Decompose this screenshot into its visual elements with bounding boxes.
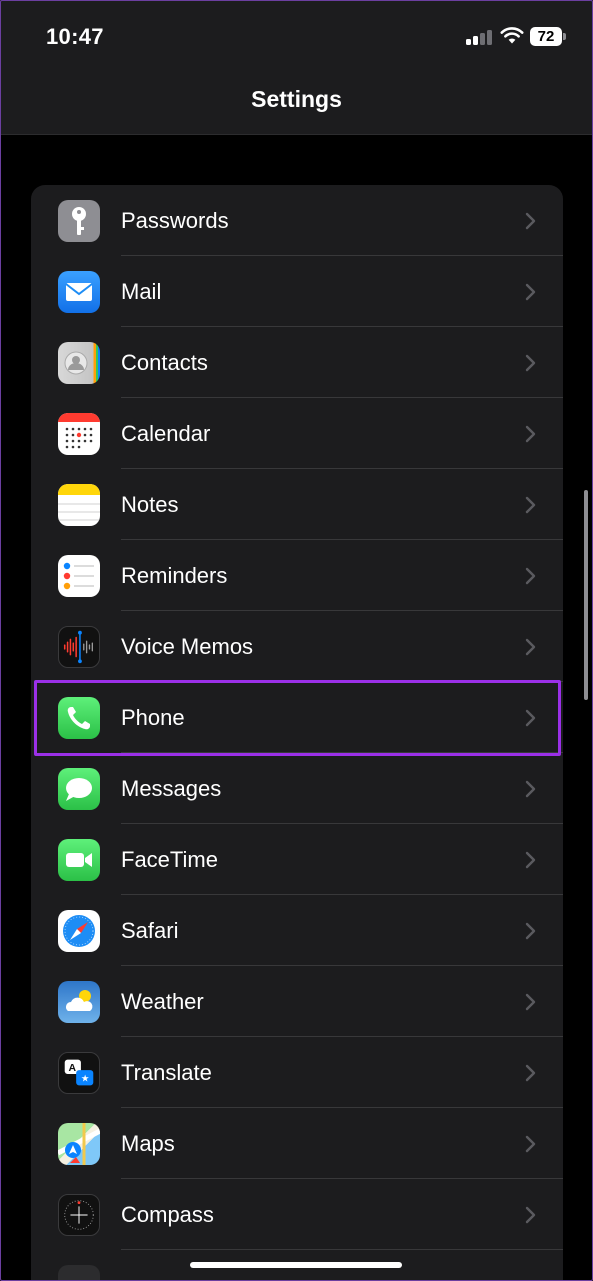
chevron-right-icon — [525, 1135, 536, 1153]
settings-item-translate[interactable]: A ★ Translate — [31, 1037, 563, 1108]
messages-icon — [58, 768, 100, 810]
settings-item-label: Contacts — [121, 350, 208, 375]
svg-text:A: A — [69, 1063, 77, 1074]
settings-item-reminders[interactable]: Reminders — [31, 540, 563, 611]
settings-item-maps[interactable]: Maps — [31, 1108, 563, 1179]
settings-item-label: Passwords — [121, 208, 229, 233]
safari-icon — [58, 910, 100, 952]
battery-indicator: 72 — [530, 27, 562, 46]
settings-item-label: Weather — [121, 989, 204, 1014]
page-title: Settings — [251, 86, 342, 112]
chevron-right-icon — [525, 354, 536, 372]
voice-memos-icon — [58, 626, 100, 668]
settings-item-label: Notes — [121, 492, 179, 517]
home-indicator[interactable] — [190, 1262, 402, 1268]
wifi-icon — [500, 27, 524, 44]
settings-item-label: Safari — [121, 918, 179, 943]
key-icon — [58, 200, 100, 242]
chevron-right-icon — [525, 425, 536, 443]
settings-item-voice-memos[interactable]: Voice Memos — [31, 611, 563, 682]
compass-icon — [58, 1194, 100, 1236]
scroll-indicator[interactable] — [584, 490, 588, 700]
chevron-right-icon — [525, 851, 536, 869]
chevron-right-icon — [525, 283, 536, 301]
maps-icon — [58, 1123, 100, 1165]
settings-item-calendar[interactable]: Calendar — [31, 398, 563, 469]
translate-icon: A ★ — [58, 1052, 100, 1094]
weather-icon — [58, 981, 100, 1023]
settings-item-label: Mail — [121, 279, 162, 304]
settings-item-label: Maps — [121, 1131, 175, 1156]
settings-item-contacts[interactable]: Contacts — [31, 327, 563, 398]
chevron-right-icon — [525, 212, 536, 230]
status-time: 10:47 — [46, 24, 104, 49]
settings-item-label: Reminders — [121, 563, 228, 588]
chevron-right-icon — [525, 638, 536, 656]
settings-item-safari[interactable]: Safari — [31, 895, 563, 966]
settings-item-weather[interactable]: Weather — [31, 966, 563, 1037]
phone-highlight-box — [34, 680, 561, 756]
settings-item-messages[interactable]: Messages — [31, 753, 563, 824]
settings-item-passwords[interactable]: Passwords — [31, 185, 563, 256]
cellular-signal-icon — [466, 29, 492, 45]
chevron-right-icon — [525, 1206, 536, 1224]
settings-item-notes[interactable]: Notes — [31, 469, 563, 540]
chevron-right-icon — [525, 780, 536, 798]
chevron-right-icon — [525, 567, 536, 585]
navigation-header: 10:47 72 Settings — [0, 0, 593, 135]
chevron-right-icon — [525, 1064, 536, 1082]
calendar-icon — [58, 413, 100, 455]
settings-item-label: Messages — [121, 776, 222, 801]
settings-item-label: Calendar — [121, 421, 211, 446]
chevron-right-icon — [525, 496, 536, 514]
facetime-icon — [58, 839, 100, 881]
notes-icon — [58, 484, 100, 526]
svg-text:★: ★ — [81, 1074, 90, 1085]
battery-cap-icon — [563, 33, 566, 40]
chevron-right-icon — [525, 922, 536, 940]
settings-item-label: Voice Memos — [121, 634, 254, 659]
settings-item-compass[interactable]: Compass — [31, 1179, 563, 1250]
app-icon — [58, 1265, 100, 1281]
settings-item-label: Translate — [121, 1060, 212, 1085]
settings-item-label: FaceTime — [121, 847, 218, 872]
settings-item-mail[interactable]: Mail — [31, 256, 563, 327]
settings-item-facetime[interactable]: FaceTime — [31, 824, 563, 895]
contacts-icon — [58, 342, 100, 384]
chevron-right-icon — [525, 993, 536, 1011]
settings-item-label: Compass — [121, 1202, 214, 1227]
mail-icon — [58, 271, 100, 313]
reminders-icon — [58, 555, 100, 597]
